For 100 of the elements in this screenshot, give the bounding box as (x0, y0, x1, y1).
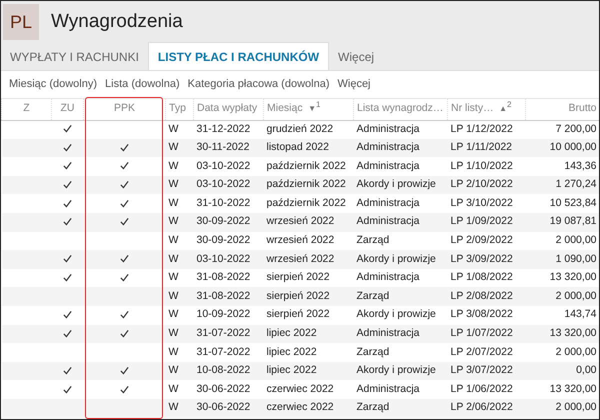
sort-indicator[interactable]: ▲ (499, 104, 508, 114)
table-cell: październik 2022 (264, 176, 354, 194)
table-cell: W (166, 324, 194, 344)
table-cell: Akordy i prowizje (354, 176, 448, 194)
table-cell: Administracja (354, 324, 448, 344)
table-cell: 31-07-2022 (194, 343, 264, 362)
table-cell: Administracja (354, 212, 448, 232)
table-cell: W (166, 306, 194, 325)
tab[interactable]: WYPŁATY I RACHUNKI (1, 44, 148, 70)
table-cell: Administracja (354, 120, 448, 139)
table-cell: LP 1/09/2022 (448, 212, 526, 232)
table-cell: sierpień 2022 (264, 306, 354, 325)
table-cell: 30-09-2022 (194, 212, 264, 232)
table-cell: Zarząd (354, 343, 448, 362)
table-cell: 13 320,00 (526, 380, 599, 399)
column-header[interactable]: Typ (169, 102, 186, 114)
table-cell: W (166, 398, 194, 418)
table-cell: 03-10-2022 (194, 157, 264, 176)
table-cell: W (166, 232, 194, 250)
app-logo: PL (3, 4, 39, 40)
table-cell: W (166, 120, 194, 139)
column-header[interactable]: Brutto (568, 102, 596, 114)
table-cell: 2 000,00 (526, 398, 599, 418)
table-cell: 143,74 (526, 306, 599, 325)
table-cell: Administracja (354, 157, 448, 176)
table-cell: lipiec 2022 (264, 324, 354, 344)
table-cell: wrzesień 2022 (264, 212, 354, 232)
table-cell: Administracja (354, 194, 448, 213)
table-cell: Akordy i prowizje (354, 250, 448, 269)
table-cell: LP 1/12/2022 (448, 120, 526, 139)
table-cell: W (166, 250, 194, 269)
table-cell: LP 1/11/2022 (448, 138, 526, 158)
table-cell: LP 3/08/2022 (448, 306, 526, 325)
table-cell: LP 2/06/2022 (448, 398, 526, 418)
table-cell: czerwiec 2022 (264, 380, 354, 399)
table-cell: W (166, 157, 194, 176)
table-cell: LP 1/08/2022 (448, 268, 526, 288)
table-cell: W (166, 194, 194, 213)
table-cell: 31-08-2022 (194, 268, 264, 288)
table-cell: sierpień 2022 (264, 287, 354, 306)
table-cell: 19 087,81 (526, 212, 599, 232)
table-cell: Zarząd (354, 398, 448, 418)
table-cell: LP 2/10/2022 (448, 176, 526, 194)
table-cell: 31-08-2022 (194, 287, 264, 306)
table-cell: LP 1/07/2022 (448, 324, 526, 344)
sort-indicator[interactable]: ▼ (308, 104, 316, 114)
table-cell: 30-06-2022 (194, 398, 264, 418)
sort-order: 2 (507, 100, 512, 110)
table-cell: 13 320,00 (526, 324, 599, 344)
column-header[interactable]: PPK (114, 102, 135, 114)
column-header[interactable]: Miesiąc (267, 102, 303, 114)
table-cell: W (166, 380, 194, 399)
table-cell: 10 523,84 (526, 194, 599, 213)
column-header[interactable]: Lista wynagrodz… (357, 102, 444, 114)
app-title: Wynagrodzenia (51, 10, 183, 34)
filter-link[interactable]: Lista (dowolna) (105, 76, 180, 93)
table-cell: 10-08-2022 (194, 362, 264, 380)
table-cell: W (166, 268, 194, 288)
table-cell: LP 2/07/2022 (448, 343, 526, 362)
table-cell: Zarząd (354, 232, 448, 250)
table-cell: W (166, 212, 194, 232)
column-header[interactable]: Z (23, 102, 30, 114)
table-cell: LP 1/10/2022 (448, 157, 526, 176)
table-cell: Zarząd (354, 287, 448, 306)
tab[interactable]: Więcej (329, 44, 384, 70)
table-cell: LP 3/07/2022 (448, 362, 526, 380)
filter-link[interactable]: Miesiąc (dowolny) (9, 76, 98, 93)
table-cell: 30-06-2022 (194, 380, 264, 399)
table-cell: wrzesień 2022 (264, 232, 354, 250)
sort-order: 1 (316, 100, 320, 110)
table-cell: Akordy i prowizje (354, 306, 448, 325)
table-cell: sierpień 2022 (264, 268, 354, 288)
table-cell: 30-09-2022 (194, 232, 264, 250)
column-header[interactable]: ZU (60, 102, 74, 114)
column-header[interactable]: Data wypłaty (197, 102, 258, 114)
table-cell: Administracja (354, 138, 448, 158)
table-cell: W (166, 138, 194, 158)
table-cell: wrzesień 2022 (264, 250, 354, 269)
table-cell: 2 000,00 (526, 287, 599, 306)
table-cell: 10 000,00 (526, 138, 599, 158)
table-cell: grudzień 2022 (264, 120, 354, 139)
table-cell: 1 090,00 (526, 250, 599, 269)
table-cell: Administracja (354, 268, 448, 288)
table-cell: 31-07-2022 (194, 324, 264, 344)
table-cell: 143,36 (526, 157, 599, 176)
column-header[interactable]: Nr listy… (451, 102, 494, 114)
table-cell: 2 000,00 (526, 232, 599, 250)
table-cell: LP 2/08/2022 (448, 287, 526, 306)
filter-link[interactable]: Więcej (338, 76, 371, 93)
table-cell: 1 270,24 (526, 176, 599, 194)
table-cell: W (166, 343, 194, 362)
table-cell: LP 3/09/2022 (448, 250, 526, 269)
table-cell: 10-09-2022 (194, 306, 264, 325)
table-cell: Akordy i prowizje (354, 362, 448, 380)
table-cell: listopad 2022 (264, 138, 354, 158)
filter-link[interactable]: Kategoria płacowa (dowolna) (188, 76, 330, 93)
table-cell: Administracja (354, 380, 448, 399)
tab[interactable]: LISTY PŁAC I RACHUNKÓW (148, 42, 330, 70)
table-cell: październik 2022 (264, 194, 354, 213)
table-cell: 7 200,00 (526, 120, 599, 139)
